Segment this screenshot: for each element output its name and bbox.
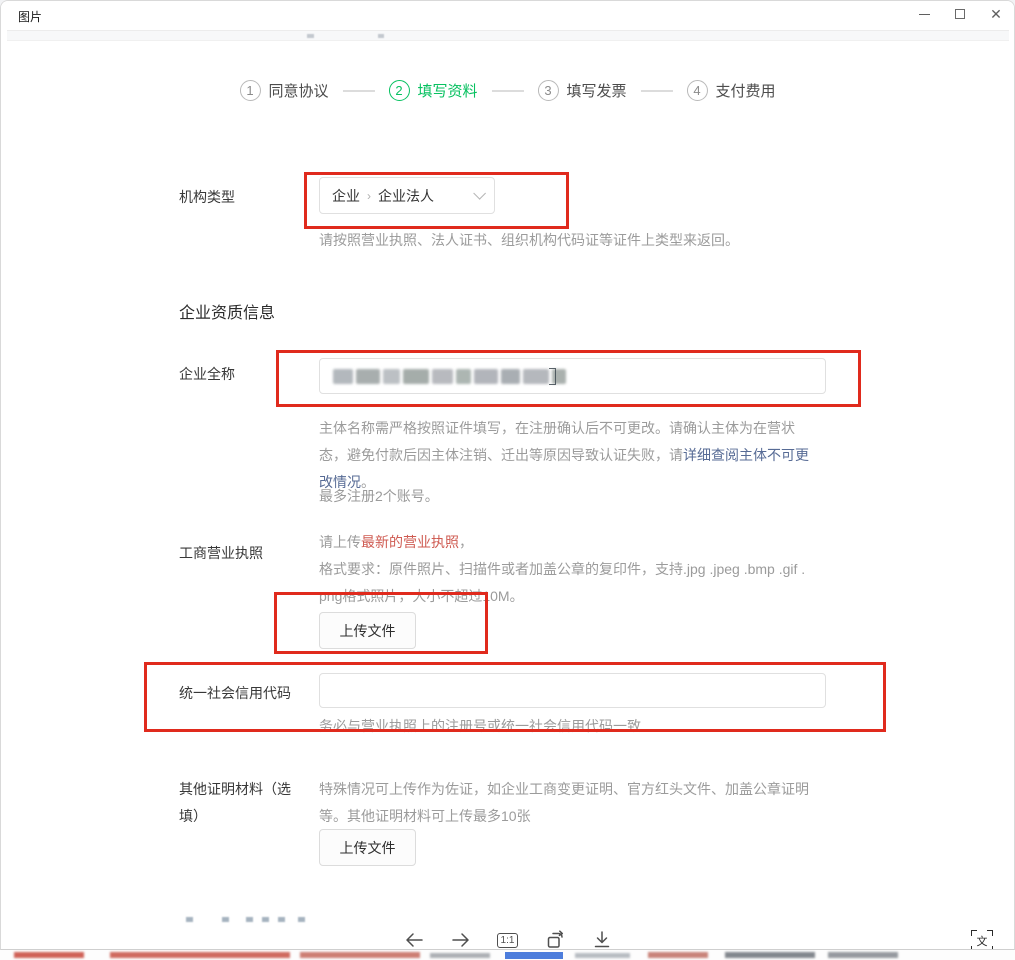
license-requirement-line1: 请上传最新的营业执照， xyxy=(319,529,473,556)
step-indicator: 1 同意协议 2 填写资料 3 填写发票 4 支付费用 xyxy=(239,80,775,101)
credit-code-hint: 务必与营业执照上的注册号或统一社会信用代码一致 xyxy=(319,713,641,740)
org-type-hint: 请按照营业执照、法人证书、组织机构代码证等证件上类型来返回。 xyxy=(319,227,739,254)
step-2-circle: 2 xyxy=(388,80,409,101)
viewer-toolbar: 1:1 xyxy=(402,928,614,950)
step-divider xyxy=(342,90,374,92)
previous-image-button[interactable] xyxy=(402,928,426,950)
company-name-label: 企业全称 xyxy=(179,364,235,384)
step-divider xyxy=(641,90,673,92)
credit-code-input[interactable] xyxy=(319,673,826,708)
download-button[interactable] xyxy=(590,928,614,950)
business-license-label: 工商营业执照 xyxy=(179,543,263,563)
step-2-label: 填写资料 xyxy=(417,80,477,101)
title-bar: 图片 ✕ xyxy=(1,1,1014,28)
extract-text-button[interactable]: 文 xyxy=(971,930,993,950)
step-3-label: 填写发票 xyxy=(567,80,627,101)
close-icon: ✕ xyxy=(990,7,1002,21)
step-3-circle: 3 xyxy=(538,80,559,101)
download-icon xyxy=(591,929,613,950)
step-divider xyxy=(492,90,524,92)
account-limit-hint: 最多注册2个账号。 xyxy=(319,483,439,510)
maximize-icon xyxy=(955,9,965,19)
arrow-right-icon xyxy=(450,929,472,950)
step-agree: 1 同意协议 xyxy=(239,80,328,101)
rotate-button[interactable] xyxy=(543,928,567,950)
step-4-circle: 4 xyxy=(687,80,708,101)
org-type-label: 机构类型 xyxy=(179,187,235,207)
license-requirement-line2: 格式要求：原件照片、扫描件或者加盖公章的复印件，支持.jpg .jpeg .bm… xyxy=(319,556,805,583)
step-invoice: 3 填写发票 xyxy=(538,80,627,101)
window-title: 图片 xyxy=(18,8,42,25)
step-1-circle: 1 xyxy=(239,80,260,101)
step-1-label: 同意协议 xyxy=(268,80,328,101)
text-cursor xyxy=(549,368,556,385)
actual-size-button[interactable]: 1:1 xyxy=(496,928,520,950)
maximize-button[interactable] xyxy=(942,1,978,27)
extract-text-glyph: 文 xyxy=(977,933,988,949)
license-emphasis: 最新的营业执照 xyxy=(361,534,459,550)
credit-code-label: 统一社会信用代码 xyxy=(179,683,291,703)
company-name-input[interactable] xyxy=(319,358,826,394)
step-fill-info: 2 填写资料 xyxy=(388,80,477,101)
policy-link[interactable]: 详细查阅主体不可更 xyxy=(683,447,809,463)
underlying-window-strip xyxy=(0,950,1015,960)
section-title-qualification: 企业资质信息 xyxy=(179,299,275,323)
other-materials-desc-line1: 特殊情况可上传作为佐证，如企业工商变更证明、官方红头文件、加盖公章证明 xyxy=(319,776,809,803)
org-type-value-main: 企业 xyxy=(332,186,360,206)
org-type-select[interactable]: 企业 › 企业法人 xyxy=(319,177,495,214)
next-image-button[interactable] xyxy=(449,928,473,950)
image-viewer-window: 图片 ✕ 1 同意协议 2 填写资料 3 填写发票 4 支付费用 机 xyxy=(0,0,1015,950)
rotate-icon xyxy=(544,929,566,950)
step-pay: 4 支付费用 xyxy=(687,80,776,101)
arrow-left-icon xyxy=(403,929,425,950)
step-4-label: 支付费用 xyxy=(716,80,776,101)
cutoff-text-fragments xyxy=(186,917,305,922)
org-type-separator: › xyxy=(367,189,371,203)
redacted-company-name xyxy=(333,369,566,384)
minimize-button[interactable] xyxy=(906,1,942,27)
other-materials-desc-line2: 等。其他证明材料可上传最多10张 xyxy=(319,803,531,830)
actual-size-icon: 1:1 xyxy=(497,933,519,948)
upload-other-materials-button[interactable]: 上传文件 xyxy=(319,829,416,866)
upload-license-button[interactable]: 上传文件 xyxy=(319,612,416,649)
license-requirement-line3: png格式照片，大小不超过10M。 xyxy=(319,583,524,610)
close-button[interactable]: ✕ xyxy=(978,1,1014,27)
viewed-image-top-edge xyxy=(7,30,1009,41)
chevron-down-icon xyxy=(473,187,486,200)
minimize-icon xyxy=(919,14,930,15)
other-materials-label: 其他证明材料（选填） xyxy=(179,776,301,830)
org-type-value-sub: 企业法人 xyxy=(378,186,434,206)
